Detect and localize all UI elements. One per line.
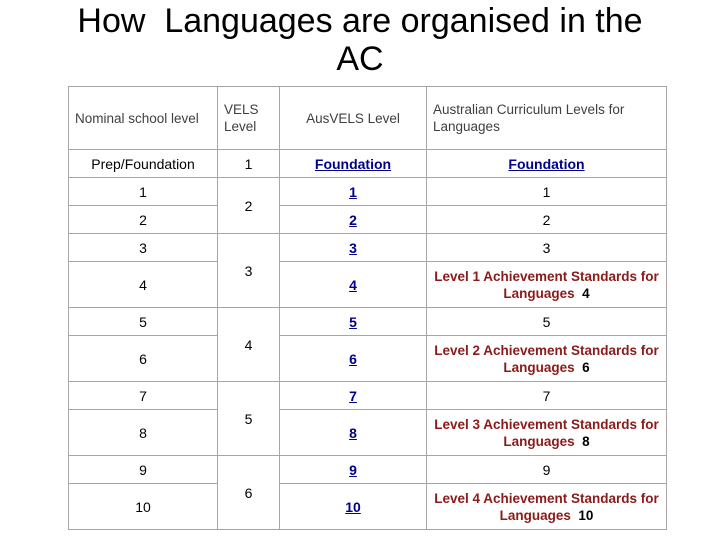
- cell-nominal-school-level: 3: [68, 233, 218, 262]
- cell-nominal-school-level: 6: [68, 335, 218, 382]
- cell-australian-curriculum-level: Level 4 Achievement Standards for Langua…: [426, 483, 667, 530]
- table-row: 10 10 Level 4 Achievement Standards for La…: [68, 483, 667, 530]
- ac-level-value: 1: [542, 183, 551, 200]
- table-row: 3333: [68, 233, 667, 308]
- cell-australian-curriculum-level: 9: [426, 455, 667, 484]
- table-row: 5455: [68, 307, 667, 382]
- achievement-standard-level-number: 8: [582, 433, 590, 449]
- cell-vels-level: 5: [217, 381, 280, 456]
- cell-ausvels-level[interactable]: 4: [279, 261, 427, 308]
- cell-australian-curriculum-level: Level 2 Achievement Standards for Langua…: [426, 335, 667, 382]
- ac-level-link[interactable]: Foundation: [508, 156, 584, 172]
- achievement-standard-label: Level 1 Achievement Standards for Langua…: [434, 268, 659, 301]
- cell-nominal-school-level: 8: [68, 409, 218, 456]
- ausvels-level-link[interactable]: Foundation: [315, 156, 391, 172]
- cell-vels-level: 6: [217, 455, 280, 530]
- cell-australian-curriculum-level: Level 1 Achievement Standards for Langua…: [426, 261, 667, 308]
- cell-ausvels-level[interactable]: 2: [279, 205, 427, 234]
- table-row: 1211: [68, 177, 667, 234]
- ac-level-value: 7: [542, 387, 551, 404]
- ausvels-level-link[interactable]: 10: [345, 499, 361, 515]
- cell-ausvels-level[interactable]: 9: [279, 455, 427, 484]
- achievement-standard-level-number: 4: [582, 285, 590, 301]
- cell-ausvels-level[interactable]: 8: [279, 409, 427, 456]
- cell-ausvels-level[interactable]: 5: [279, 307, 427, 336]
- cell-ausvels-level[interactable]: 6: [279, 335, 427, 382]
- cell-ausvels-level[interactable]: 3: [279, 233, 427, 262]
- levels-table-container: Nominal school level VELS Level AusVELS …: [68, 86, 667, 530]
- cell-ausvels-level[interactable]: 7: [279, 381, 427, 410]
- table-row: Prep/Foundation 1 Foundation Foundation: [68, 149, 667, 178]
- achievement-standard-level-number: 6: [582, 359, 590, 375]
- column-header-australian-curriculum-levels: Australian Curriculum Levels for Languag…: [426, 86, 667, 150]
- cell-australian-curriculum-level: 5: [426, 307, 667, 336]
- cell-nominal-school-level: 1: [68, 177, 218, 206]
- achievement-standard-level-number: 10: [578, 507, 594, 523]
- cell-ausvels-level[interactable]: 1: [279, 177, 427, 206]
- cell-vels-level: 1: [217, 149, 280, 178]
- cell-nominal-school-level: Prep/Foundation: [68, 149, 218, 178]
- table-row: 8 8 Level 3 Achievement Standards for Lang…: [68, 409, 667, 456]
- ac-level-value: 9: [542, 461, 551, 478]
- ausvels-level-link[interactable]: 9: [349, 462, 357, 478]
- table-header: Nominal school level VELS Level AusVELS …: [68, 86, 667, 150]
- table-row: 4 4 Level 1 Achievement Standards for Lang…: [68, 261, 667, 308]
- ausvels-level-link[interactable]: 7: [349, 388, 357, 404]
- cell-nominal-school-level: 4: [68, 261, 218, 308]
- ausvels-level-link[interactable]: 5: [349, 314, 357, 330]
- levels-table: Nominal school level VELS Level AusVELS …: [68, 86, 667, 530]
- cell-australian-curriculum-level: 1: [426, 177, 667, 206]
- ausvels-level-link[interactable]: 6: [349, 351, 357, 367]
- cell-ausvels-level[interactable]: Foundation: [279, 149, 427, 178]
- table-row: 2 2 2: [68, 205, 667, 234]
- achievement-standard-text: Level 3 Achievement Standards for Langua…: [433, 416, 660, 450]
- ac-level-value: 5: [542, 313, 551, 330]
- ac-level-value: 2: [542, 211, 551, 228]
- achievement-standard-text: Level 1 Achievement Standards for Langua…: [433, 268, 660, 302]
- cell-nominal-school-level: 2: [68, 205, 218, 234]
- page-title: How Languages are organised in the AC: [77, 2, 643, 78]
- ausvels-level-link[interactable]: 4: [349, 277, 357, 293]
- cell-australian-curriculum-level: 3: [426, 233, 667, 262]
- table-body: Prep/Foundation 1 Foundation Foundation 1 2 1 1…: [68, 149, 667, 530]
- cell-vels-level: 3: [217, 233, 280, 308]
- cell-australian-curriculum-level[interactable]: Foundation: [426, 149, 667, 178]
- achievement-standard-label: Level 4 Achievement Standards for Langua…: [434, 490, 659, 523]
- ausvels-level-link[interactable]: 8: [349, 425, 357, 441]
- slide: How Languages are organised in the AC No…: [0, 0, 720, 540]
- cell-nominal-school-level: 10: [68, 483, 218, 530]
- column-header-nominal-school-level: Nominal school level: [68, 86, 218, 150]
- achievement-standard-label: Level 3 Achievement Standards for Langua…: [434, 416, 659, 449]
- cell-nominal-school-level: 9: [68, 455, 218, 484]
- cell-nominal-school-level: 7: [68, 381, 218, 410]
- achievement-standard-text: Level 2 Achievement Standards for Langua…: [433, 342, 660, 376]
- ac-level-value: 3: [542, 239, 551, 256]
- cell-vels-level: 4: [217, 307, 280, 382]
- achievement-standard-text: Level 4 Achievement Standards for Langua…: [433, 490, 660, 524]
- cell-ausvels-level[interactable]: 10: [279, 483, 427, 530]
- cell-australian-curriculum-level: 7: [426, 381, 667, 410]
- cell-vels-level: 2: [217, 177, 280, 234]
- cell-australian-curriculum-level: Level 3 Achievement Standards for Langua…: [426, 409, 667, 456]
- table-row: 7577: [68, 381, 667, 456]
- cell-nominal-school-level: 5: [68, 307, 218, 336]
- table-row: 9699: [68, 455, 667, 530]
- table-row: 6 6 Level 2 Achievement Standards for Lang…: [68, 335, 667, 382]
- column-header-vels-level: VELS Level: [217, 86, 280, 150]
- achievement-standard-label: Level 2 Achievement Standards for Langua…: [434, 342, 659, 375]
- ausvels-level-link[interactable]: 3: [349, 240, 357, 256]
- cell-australian-curriculum-level: 2: [426, 205, 667, 234]
- column-header-ausvels-level: AusVELS Level: [279, 86, 427, 150]
- ausvels-level-link[interactable]: 1: [349, 184, 357, 200]
- ausvels-level-link[interactable]: 2: [349, 212, 357, 228]
- table-header-row: Nominal school level VELS Level AusVELS …: [68, 86, 667, 150]
